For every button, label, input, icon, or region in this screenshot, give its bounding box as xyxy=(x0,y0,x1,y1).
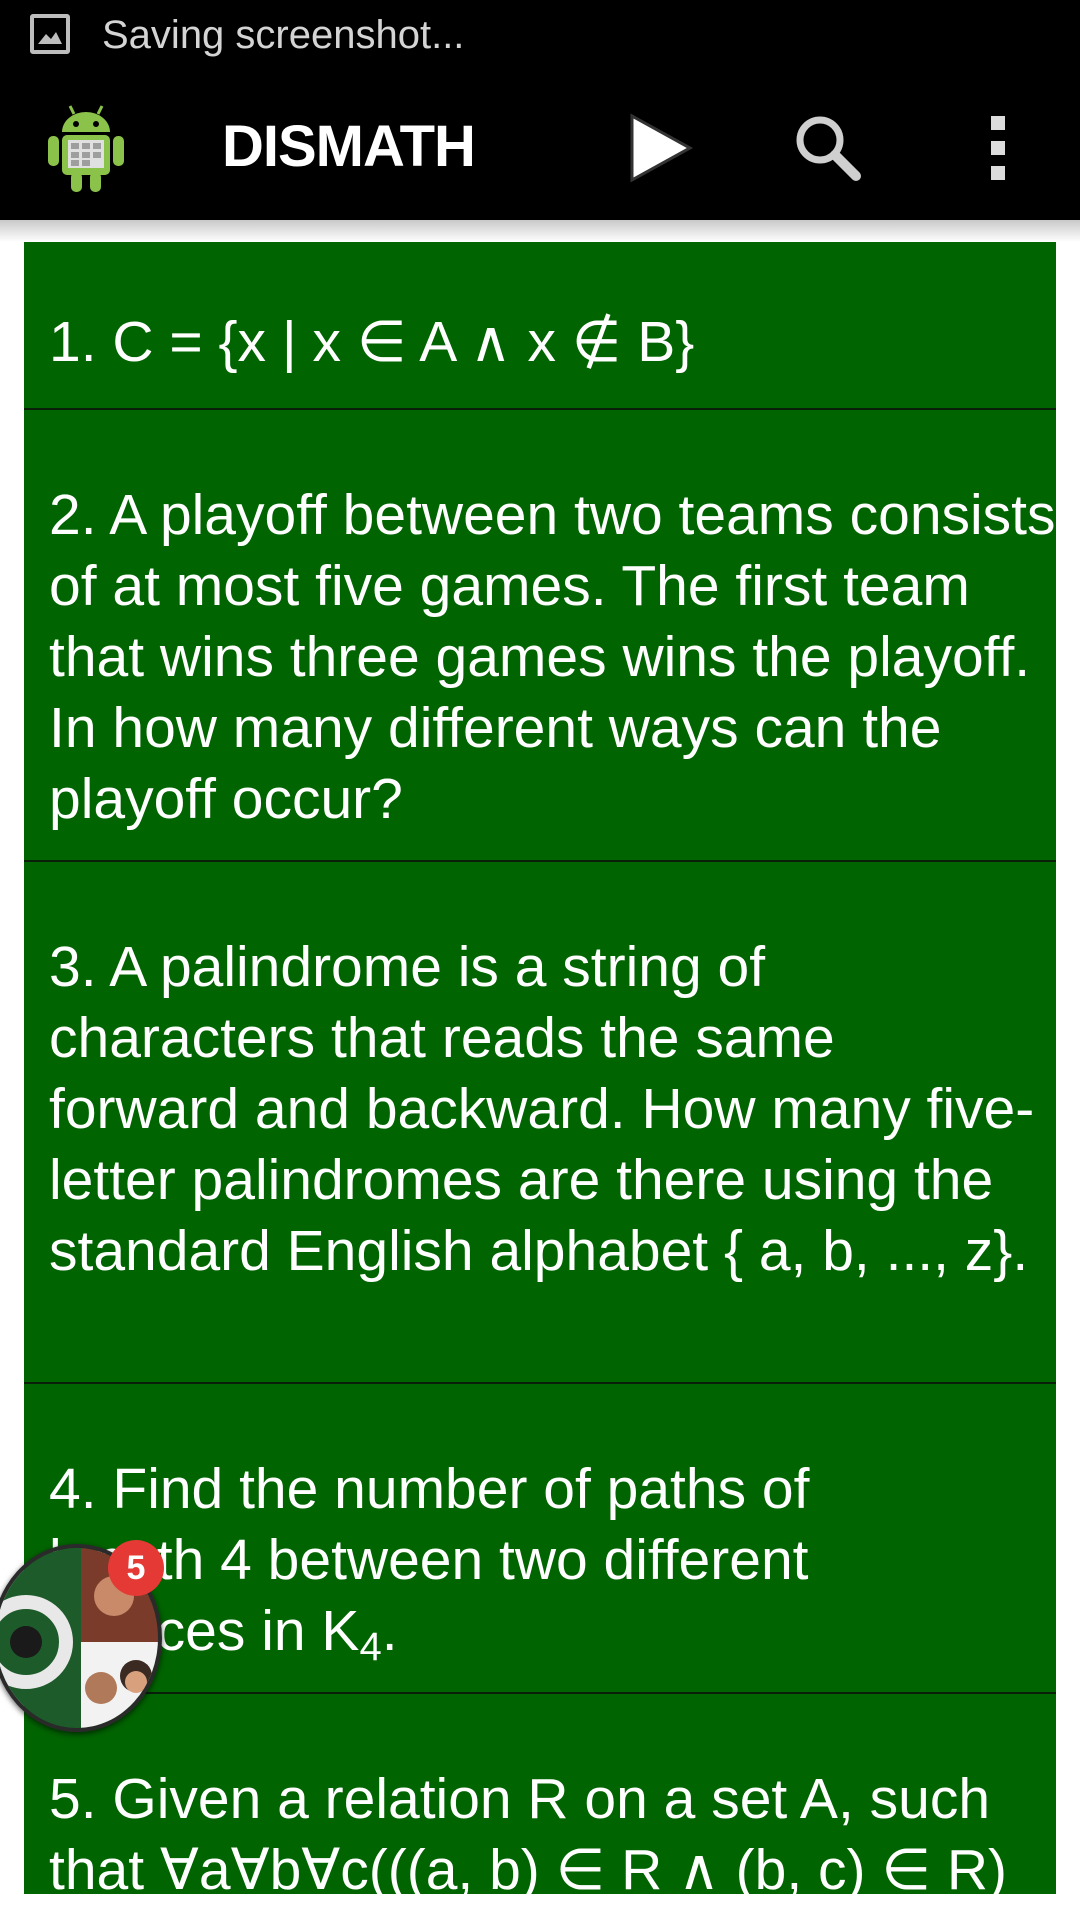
list-item[interactable]: 3. A palindrome is a string of character… xyxy=(24,862,1056,1384)
question-text: 5. Given a relation R on a set A, such t… xyxy=(49,1767,1007,1894)
status-text: Saving screenshot... xyxy=(102,13,465,57)
search-button[interactable] xyxy=(788,108,868,188)
list-item[interactable]: 5. Given a relation R on a set A, such t… xyxy=(24,1694,1056,1894)
list-item[interactable]: 2. A playoff between two teams consists … xyxy=(24,410,1056,862)
status-bar: Saving screenshot... xyxy=(0,0,1080,72)
list-item[interactable]: 1. C = {x | x ∈ A ∧ x ∉ B} xyxy=(24,242,1056,410)
list-item[interactable]: 4. Find the number of paths of length 4 … xyxy=(24,1384,1056,1694)
action-bar: DISMATH xyxy=(0,72,1080,220)
android-app-icon[interactable] xyxy=(44,102,128,194)
app-title: DISMATH xyxy=(222,114,476,179)
action-bar-shadow xyxy=(0,220,1080,242)
question-list[interactable]: 1. C = {x | x ∈ A ∧ x ∉ B} 2. A playoff … xyxy=(24,242,1056,1894)
question-text-subscript: 4 xyxy=(359,1625,382,1669)
notification-badge: 5 xyxy=(108,1540,164,1596)
question-text: 1. C = {x | x ∈ A ∧ x ∉ B} xyxy=(49,310,695,374)
question-text-end: . xyxy=(381,1599,398,1663)
question-text: 2. A playoff between two teams consists … xyxy=(49,483,1056,831)
overflow-menu-button[interactable] xyxy=(958,108,1038,188)
question-text: 4. Find the number of paths of length 4 … xyxy=(49,1454,949,1683)
search-icon xyxy=(796,116,861,181)
question-text: 3. A palindrome is a string of character… xyxy=(49,935,1035,1283)
play-icon xyxy=(630,113,694,183)
overflow-menu-icon xyxy=(991,116,1005,180)
play-button[interactable] xyxy=(620,108,700,188)
screenshot-icon xyxy=(30,14,70,54)
